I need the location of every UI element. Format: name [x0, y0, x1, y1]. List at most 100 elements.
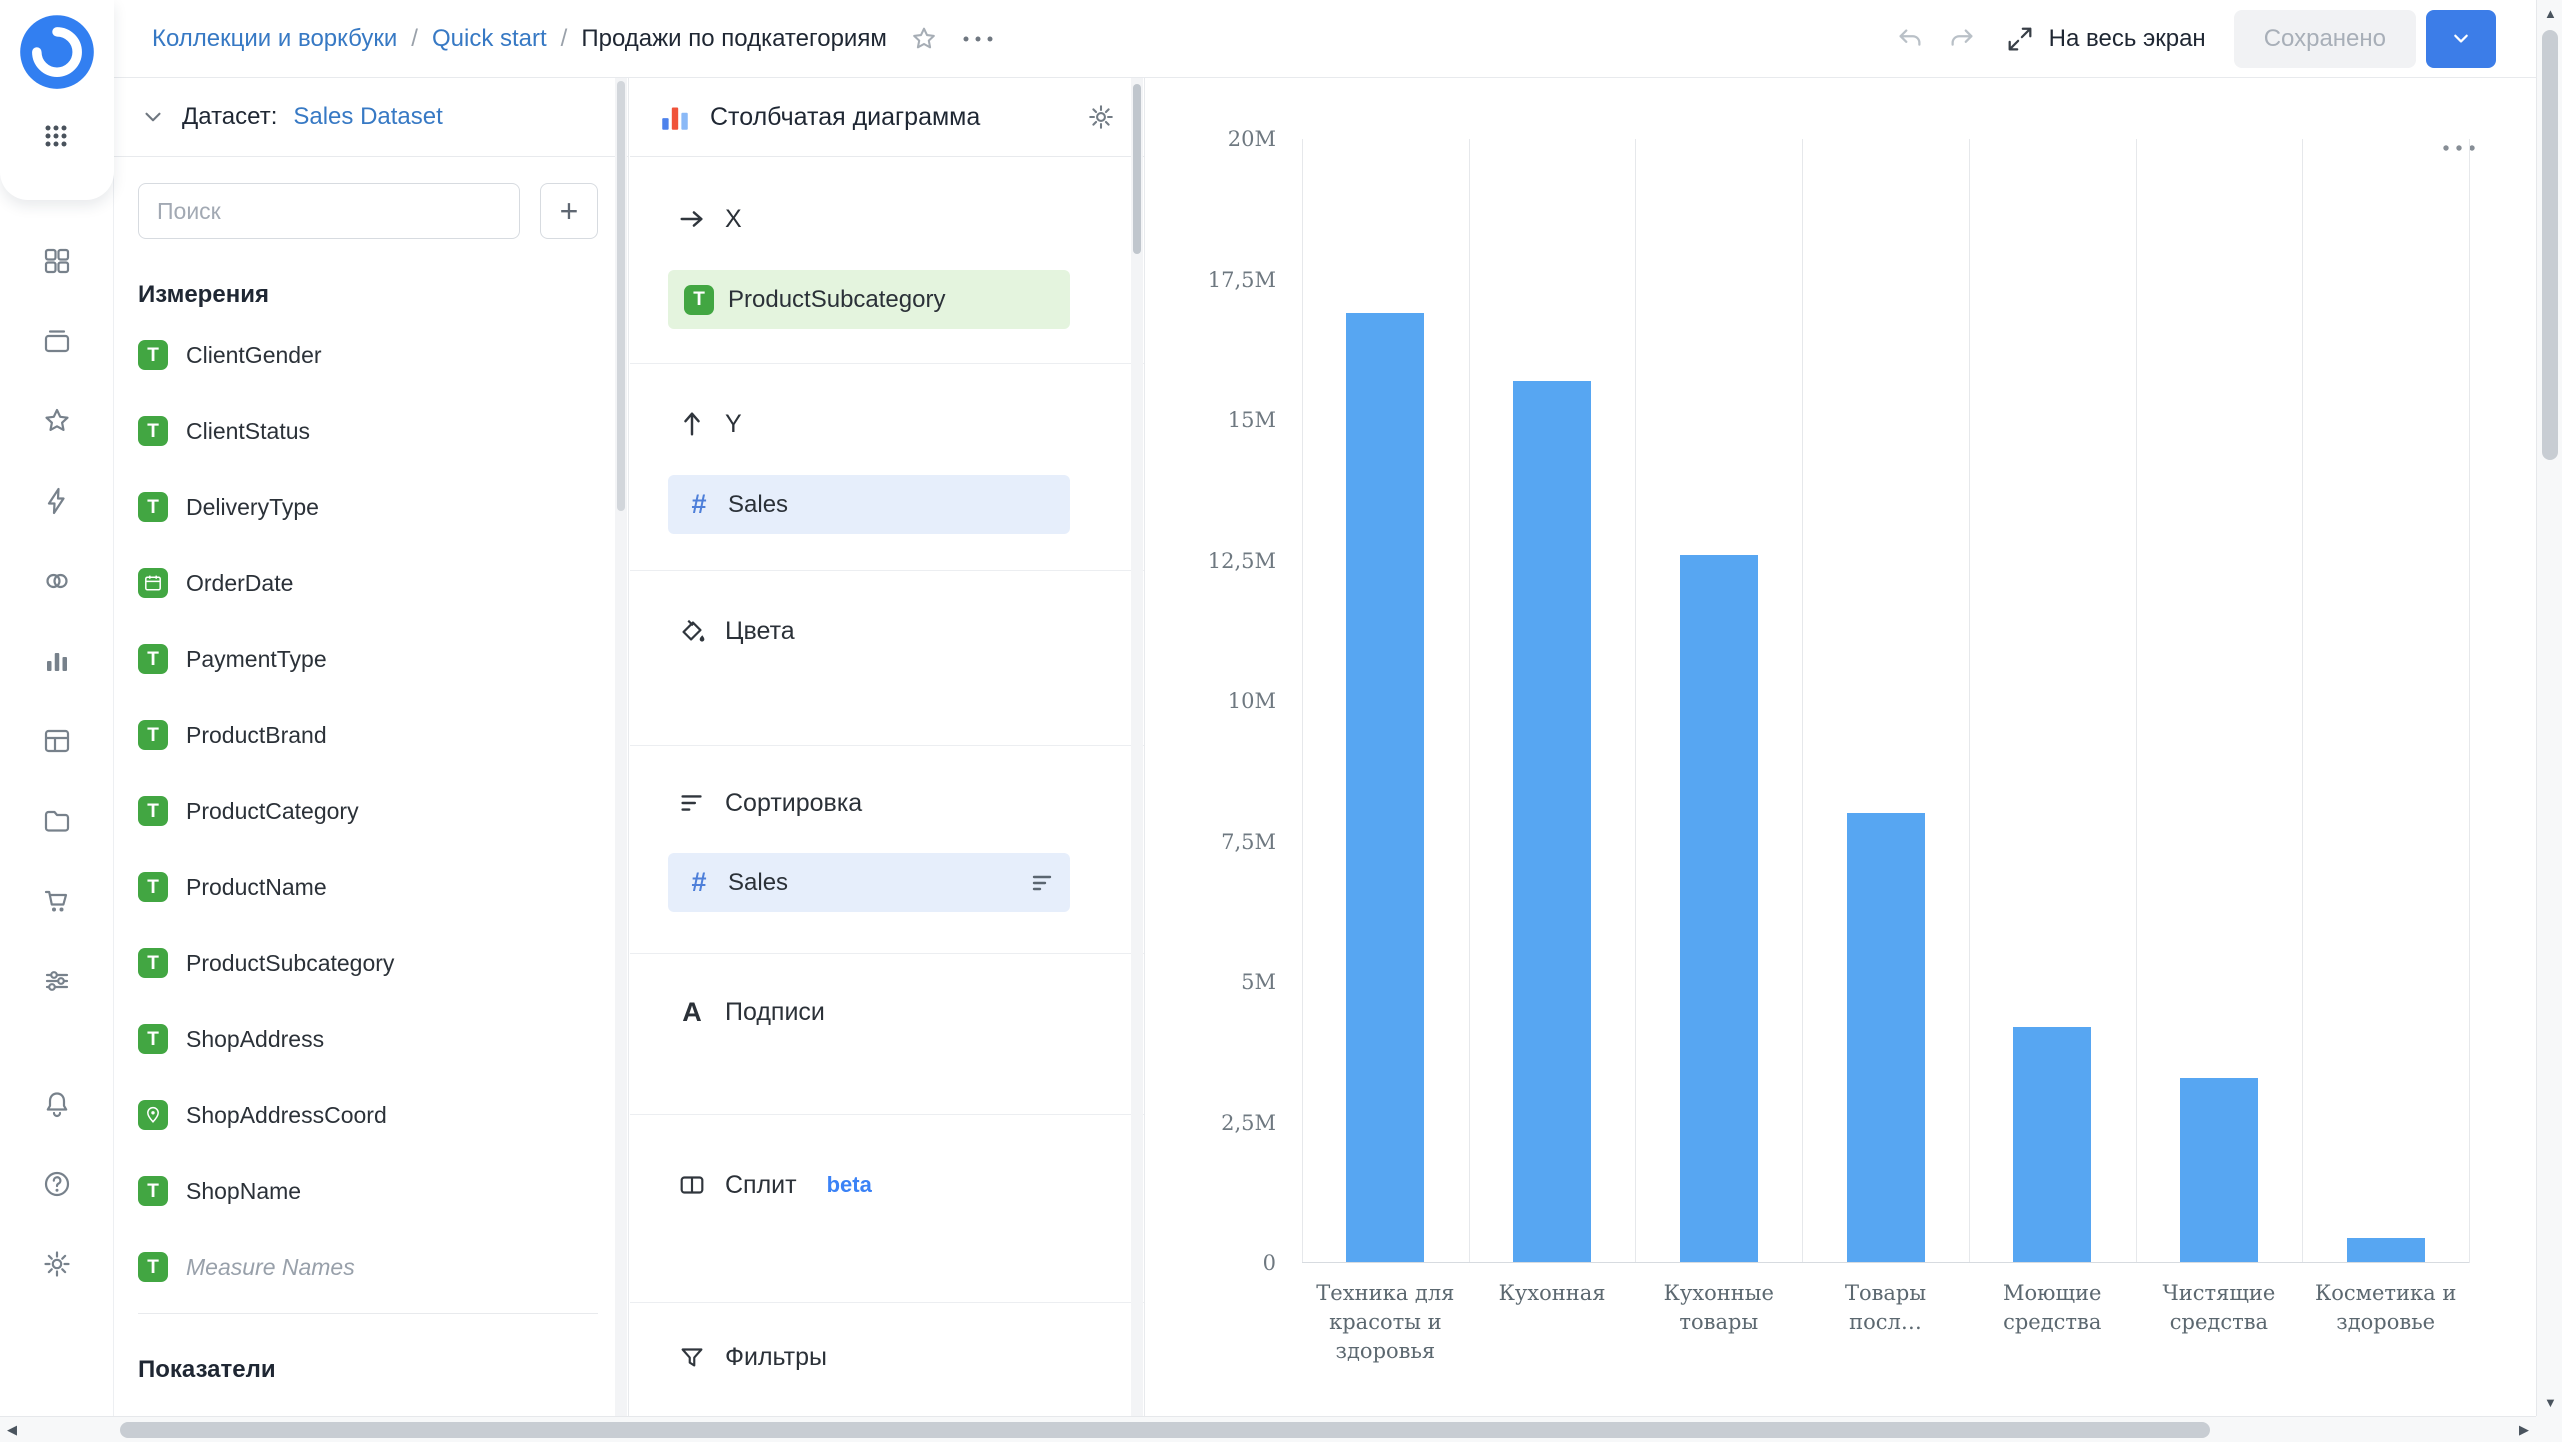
field-item[interactable]: T ProductSubcategory	[138, 925, 598, 1001]
redo-icon[interactable]	[1947, 24, 1977, 54]
string-field-icon: T	[138, 948, 168, 978]
apps-grid-icon[interactable]	[39, 119, 73, 153]
gridline	[2302, 139, 2304, 1263]
scroll-down-arrow-icon[interactable]: ▼	[2544, 1396, 2557, 1409]
sort-section: Сортировка # Sales	[630, 746, 1144, 954]
field-item[interactable]: T Measure Names	[138, 1229, 598, 1305]
saved-button[interactable]: Сохранено	[2233, 9, 2416, 68]
string-field-icon: T	[138, 796, 168, 826]
y-tick-label: 10M	[1227, 689, 1276, 713]
section-divider	[138, 1313, 598, 1314]
marketplace-cart-icon[interactable]	[40, 884, 74, 918]
sort-field-chip-label: Sales	[728, 868, 789, 896]
breadcrumb-collections-link[interactable]: Коллекции и воркбуки	[152, 25, 397, 53]
x-axis-section: X T ProductSubcategory	[630, 157, 1144, 364]
chart-bar[interactable]	[2179, 1077, 2258, 1263]
gridline	[1468, 139, 1470, 1263]
datalens-logo[interactable]	[19, 14, 95, 90]
chart-bar[interactable]	[1679, 554, 1758, 1263]
field-item[interactable]: T ClientStatus	[138, 393, 598, 469]
chart-config-panel: Столбчатая диаграмма X T ProductSubcateg…	[630, 78, 1145, 1416]
undo-icon[interactable]	[1895, 24, 1925, 54]
config-scrollbar-thumb[interactable]	[1133, 84, 1141, 254]
services-circles-icon[interactable]	[40, 564, 74, 598]
scroll-up-arrow-icon[interactable]: ▲	[2544, 7, 2557, 20]
chart-bar[interactable]	[2013, 1027, 2092, 1263]
rail-icon-group	[0, 244, 114, 998]
x-field-chip[interactable]: T ProductSubcategory	[668, 270, 1070, 329]
arrow-right-icon	[680, 211, 703, 227]
field-item[interactable]: T ProductName	[138, 849, 598, 925]
date-field-icon	[138, 568, 168, 598]
dataset-label: Датасет:	[182, 103, 278, 130]
field-label: ProductBrand	[186, 721, 327, 748]
field-item[interactable]: ShopAddressCoord	[138, 1077, 598, 1153]
x-section-title: X	[725, 204, 742, 233]
save-dropdown-button[interactable]	[2426, 9, 2496, 68]
tables-icon[interactable]	[40, 724, 74, 758]
field-item[interactable]: T DeliveryType	[138, 469, 598, 545]
vertical-scrollbar-thumb[interactable]	[2542, 30, 2558, 460]
chart-bar[interactable]	[2346, 1237, 2425, 1263]
fullscreen-button[interactable]: На весь экран	[2005, 24, 2206, 54]
dataset-scrollbar-thumb[interactable]	[617, 81, 625, 511]
column-chart-type-icon	[662, 107, 688, 130]
sort-field-chip[interactable]: # Sales	[668, 853, 1070, 912]
fullscreen-expand-icon	[2008, 27, 2032, 50]
field-label: ClientStatus	[186, 417, 311, 444]
rail-bottom-group	[0, 1087, 114, 1281]
field-item[interactable]: T ClientGender	[138, 317, 598, 393]
settings-gear-icon[interactable]	[40, 1247, 74, 1281]
more-menu-icon[interactable]	[961, 34, 995, 44]
x-category-label: Кухонная	[1498, 1281, 1606, 1305]
field-label: ShopAddressCoord	[186, 1101, 387, 1128]
y-tick-label: 12,5M	[1207, 548, 1276, 573]
y-tick-label: 17,5M	[1207, 267, 1276, 292]
field-item[interactable]: T PaymentType	[138, 621, 598, 697]
chart-bar[interactable]	[1846, 813, 1925, 1263]
collapse-chevron-icon[interactable]	[140, 104, 166, 130]
chart-bar[interactable]	[1346, 313, 1425, 1263]
lightning-icon[interactable]	[40, 484, 74, 518]
chart-settings-gear-icon[interactable]	[1086, 102, 1116, 132]
favorite-star-icon[interactable]	[909, 24, 939, 54]
sort-direction-icon[interactable]	[1030, 871, 1054, 895]
files-folder-icon[interactable]	[40, 804, 74, 838]
field-item[interactable]: T ShopAddress	[138, 1001, 598, 1077]
search-input[interactable]	[138, 183, 520, 239]
y-tick-label: 5M	[1241, 970, 1276, 994]
charts-icon[interactable]	[40, 644, 74, 678]
horizontal-scrollbar-thumb[interactable]	[120, 1422, 2210, 1438]
field-item[interactable]: T ProductBrand	[138, 697, 598, 773]
horizontal-scrollbar: ◀ ▶	[0, 1416, 2536, 1442]
beta-badge: beta	[826, 1172, 872, 1197]
scroll-right-arrow-icon[interactable]: ▶	[2519, 1423, 2529, 1436]
dataset-name-link[interactable]: Sales Dataset	[293, 103, 442, 131]
chart-y-axis: 0 2,5M 5M 7,5M 10M 12,5M 15M 17,5M 20M	[1146, 78, 1276, 1416]
filter-funnel-icon	[681, 1348, 703, 1367]
dataset-panel: Датасет: Sales Dataset + Измерения T Clie…	[114, 78, 629, 1416]
params-sliders-icon[interactable]	[40, 964, 74, 998]
string-field-icon: T	[138, 872, 168, 902]
colors-section: Цвета	[630, 571, 1144, 746]
chart-bar[interactable]	[1513, 380, 1592, 1263]
scroll-left-arrow-icon[interactable]: ◀	[7, 1423, 17, 1436]
breadcrumb-separator: /	[560, 24, 568, 52]
split-section: Сплит beta	[630, 1115, 1144, 1303]
dashboards-tiles-icon[interactable]	[40, 244, 74, 278]
notifications-bell-icon[interactable]	[40, 1087, 74, 1121]
field-item[interactable]: T ShopName	[138, 1153, 598, 1229]
chart-plot	[1302, 139, 2470, 1263]
help-icon[interactable]	[40, 1167, 74, 1201]
field-item[interactable]: OrderDate	[138, 545, 598, 621]
x-category-label: Чистящие средства	[2162, 1281, 2276, 1334]
favorites-star-icon[interactable]	[40, 404, 74, 438]
gridline	[1802, 139, 1804, 1263]
field-item[interactable]: T ProductCategory	[138, 773, 598, 849]
add-field-button[interactable]: +	[540, 183, 598, 239]
sort-section-title: Сортировка	[725, 788, 863, 817]
collections-icon[interactable]	[40, 324, 74, 358]
breadcrumb-workbook-link[interactable]: Quick start	[432, 25, 547, 53]
y-field-chip[interactable]: # Sales	[668, 475, 1070, 534]
string-field-icon: T	[138, 1252, 168, 1282]
